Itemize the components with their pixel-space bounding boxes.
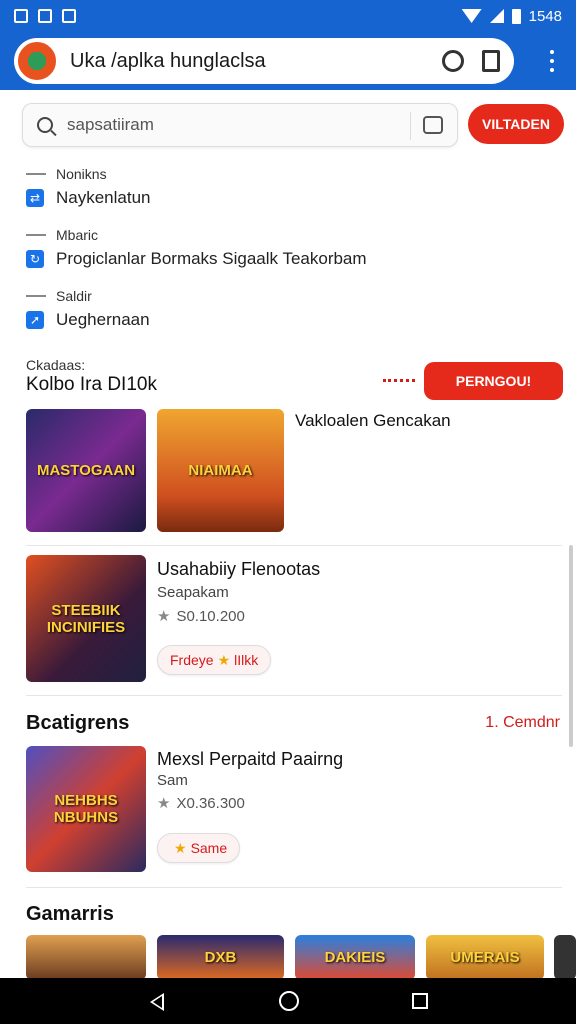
section-label: Ckadaas: [26,357,86,373]
filter-group: Nonikns ⇄ Naykenlatun [26,166,151,208]
game-subtitle: Seapakam [157,584,229,601]
game-thumbnail[interactable]: DXB [157,935,284,980]
dotted-divider [383,379,415,382]
divider [26,887,562,888]
divider [26,545,562,546]
search-input[interactable]: sapsatiiram [67,115,154,135]
game-thumbnail[interactable]: MASTOGAAN [26,409,146,532]
star-icon: ★ [157,608,171,625]
signal-icon [489,9,504,23]
home-icon[interactable] [279,991,299,1011]
game-thumbnail[interactable]: STEEBIIK INCINIFIES [26,555,146,682]
status-time: 1548 [528,7,562,25]
system-nav-bar [0,978,576,1024]
filter-option[interactable]: ➚ Ueghernaan [26,310,150,330]
game-thumbnail[interactable] [26,935,146,980]
categories-link[interactable]: 1. Cemdnr [485,714,560,732]
filter-header: Mbaric [26,227,367,243]
game-thumbnail[interactable]: UMERAIS [426,935,544,980]
settings-notification-icon [38,9,52,23]
games-section-title: Gamarris [26,903,114,925]
game-action-chip[interactable]: ★ Same [157,833,241,863]
search-icon [37,117,53,133]
overflow-menu-icon[interactable] [550,50,554,72]
back-icon[interactable] [150,993,164,1011]
address-bar[interactable]: Uka /aplka hunglaclsa [14,38,514,84]
battery-icon [511,8,521,24]
site-logo-icon [18,42,56,80]
filter-header: Nonikns [26,166,151,182]
recent-apps-icon[interactable] [412,993,428,1009]
download-notification-icon [62,9,76,23]
filter-option[interactable]: ↻ Progiclanlar Bormaks Sigaalk Teakorbam [26,249,367,269]
filter-group: Mbaric ↻ Progiclanlar Bormaks Sigaalk Tea… [26,227,367,269]
camera-search-icon[interactable] [423,116,443,134]
game-thumbnail[interactable] [554,935,576,980]
game-rating: ★ X0.36.300 [157,795,245,812]
star-icon: ★ [217,651,231,668]
game-rating: ★ S0.10.200 [157,608,245,625]
wifi-icon [461,9,482,23]
filter-header: Saldir [26,288,150,304]
search-go-button[interactable]: VILTADEN [468,104,564,144]
star-icon: ★ [157,795,171,812]
featured-description: Vakloalen Gencakan [295,411,451,430]
scrollbar[interactable] [569,545,573,747]
arrow-icon: ➚ [26,311,44,329]
shuffle-icon: ⇄ [26,189,44,207]
game-subtitle: Sam [157,772,188,789]
filter-group: Saldir ➚ Ueghernaan [26,288,150,330]
game-thumbnail[interactable]: DAKIEIS [295,935,415,980]
tabs-icon[interactable] [482,50,500,72]
filter-option[interactable]: ⇄ Naykenlatun [26,188,151,208]
browser-app-bar: Uka /aplka hunglaclsa [0,32,576,90]
notification-icon [14,9,28,23]
categories-title: Bcatigrens [26,712,130,734]
game-title[interactable]: Usahabiiy Flenootas [157,559,320,580]
tracking-icon[interactable] [442,50,464,72]
refresh-icon: ↻ [26,250,44,268]
search-bar[interactable]: sapsatiiram [22,103,458,147]
divider [26,695,562,696]
address-text[interactable]: Uka /aplka hunglaclsa [70,50,266,73]
game-thumbnail[interactable]: NIAIMAA [157,409,284,532]
search-divider [410,112,411,140]
section-action-button[interactable]: PERNGOU! [424,362,563,400]
section-title: Kolbo Ira DI10k [26,374,157,395]
game-title[interactable]: Mexsl Perpaitd Paairng [157,749,343,770]
star-icon: ★ [174,839,187,856]
status-bar: 1548 [0,0,576,32]
game-thumbnail[interactable]: NEHBHS NBUHNS [26,746,146,872]
game-action-chip[interactable]: Frdeye ★ lIlkk [157,645,272,675]
